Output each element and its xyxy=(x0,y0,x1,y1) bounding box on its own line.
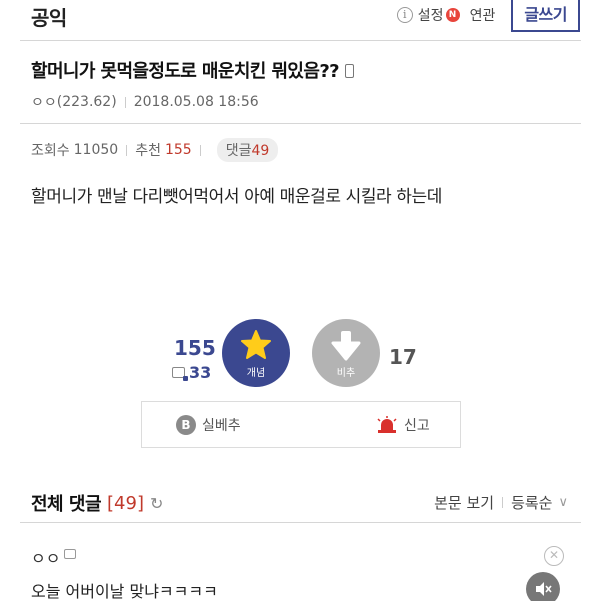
post-meta: ㅇㅇ (223.62) 2018.05.08 18:56 xyxy=(31,92,259,112)
arrow-down-icon xyxy=(331,331,361,361)
downvote-button[interactable]: 비추 xyxy=(312,319,380,387)
comment-author: ㅇㅇ xyxy=(31,545,77,569)
report-label: 신고 xyxy=(404,418,430,434)
mute-icon xyxy=(536,582,552,596)
mute-button[interactable] xyxy=(526,572,560,601)
comments-count: [49] xyxy=(107,492,144,514)
fixed-icon xyxy=(172,367,188,381)
top-bar: 공익 i 설정 N 연관 글쓰기 xyxy=(0,0,600,36)
top-right-controls: i 설정 N 연관 글쓰기 xyxy=(396,0,580,32)
meta-separator xyxy=(124,96,126,108)
post-datetime: 2018.05.08 18:56 xyxy=(133,94,259,110)
post-title-text: 할머니가 못먹을정도로 매운치킨 뭐있음?? xyxy=(31,61,340,82)
chevron-down-icon[interactable]: ∨ xyxy=(558,495,568,510)
recommend-label: 추천 xyxy=(135,143,161,159)
post-body: 할머니가 맨날 다리뺏어먹어서 아예 매운걸로 시킬라 하는데 xyxy=(31,187,443,207)
upvote-button[interactable]: 개념 xyxy=(222,319,290,387)
image-icon xyxy=(64,549,77,559)
views-value: 11050 xyxy=(73,142,119,158)
downvote-count: 17 xyxy=(389,345,417,369)
comments-divider xyxy=(20,522,581,523)
post-actions-box: B 실베추 신고 xyxy=(141,401,461,448)
board-name[interactable]: 공익 xyxy=(31,2,67,31)
b-icon: B xyxy=(176,415,196,435)
close-icon[interactable]: ✕ xyxy=(544,546,564,566)
new-badge: N xyxy=(445,8,460,22)
stats-separator xyxy=(199,144,201,156)
comment-text: 오늘 어버이날 맞냐ㅋㅋㅋㅋ xyxy=(31,582,218,601)
settings-link[interactable]: 설정 xyxy=(418,5,444,25)
comment-count-label: 댓글 xyxy=(225,143,252,159)
fixed-upvote-count: 33 xyxy=(172,363,211,382)
mobile-icon xyxy=(345,64,355,78)
post-stats: 조회수 11050 추천 155 댓글49 xyxy=(31,138,279,162)
upvote-label: 개념 xyxy=(246,368,266,379)
sort-select[interactable]: 등록순 xyxy=(511,492,552,513)
siren-icon xyxy=(377,416,397,433)
view-body-link[interactable]: 본문 보기 xyxy=(434,492,494,513)
post-author-ip: (223.62) xyxy=(56,94,117,110)
meta-divider xyxy=(20,123,581,124)
comment-author-name[interactable]: ㅇㅇ xyxy=(31,545,60,569)
report-button[interactable]: 신고 xyxy=(376,415,430,435)
info-icon[interactable]: i xyxy=(396,7,413,23)
comment-count-pill[interactable]: 댓글49 xyxy=(216,138,279,162)
related-link[interactable]: 연관 xyxy=(470,5,496,25)
stats-separator xyxy=(126,144,128,156)
comments-separator xyxy=(502,497,504,508)
upvote-count: 155 xyxy=(174,336,216,360)
real-downvote-label: 실베추 xyxy=(202,418,241,434)
downvote-label: 비추 xyxy=(336,368,356,379)
comments-header: 전체 댓글 [49] ↻ xyxy=(31,490,163,516)
header-divider xyxy=(20,40,581,41)
comments-controls: 본문 보기 등록순 ∨ xyxy=(434,492,568,513)
comment-count-value: 49 xyxy=(251,143,270,159)
comments-title: 전체 댓글 xyxy=(31,494,102,515)
recommend-value: 155 xyxy=(164,142,192,158)
post-title: 할머니가 못먹을정도로 매운치킨 뭐있음?? xyxy=(31,57,355,83)
refresh-icon[interactable]: ↻ xyxy=(150,494,163,513)
star-icon xyxy=(241,330,271,359)
fixed-upvote-value: 33 xyxy=(189,363,212,382)
views-label: 조회수 xyxy=(31,143,70,159)
write-button[interactable]: 글쓰기 xyxy=(511,0,580,32)
post-author[interactable]: ㅇㅇ xyxy=(31,92,57,112)
real-downvote-button[interactable]: B 실베추 xyxy=(176,415,241,435)
